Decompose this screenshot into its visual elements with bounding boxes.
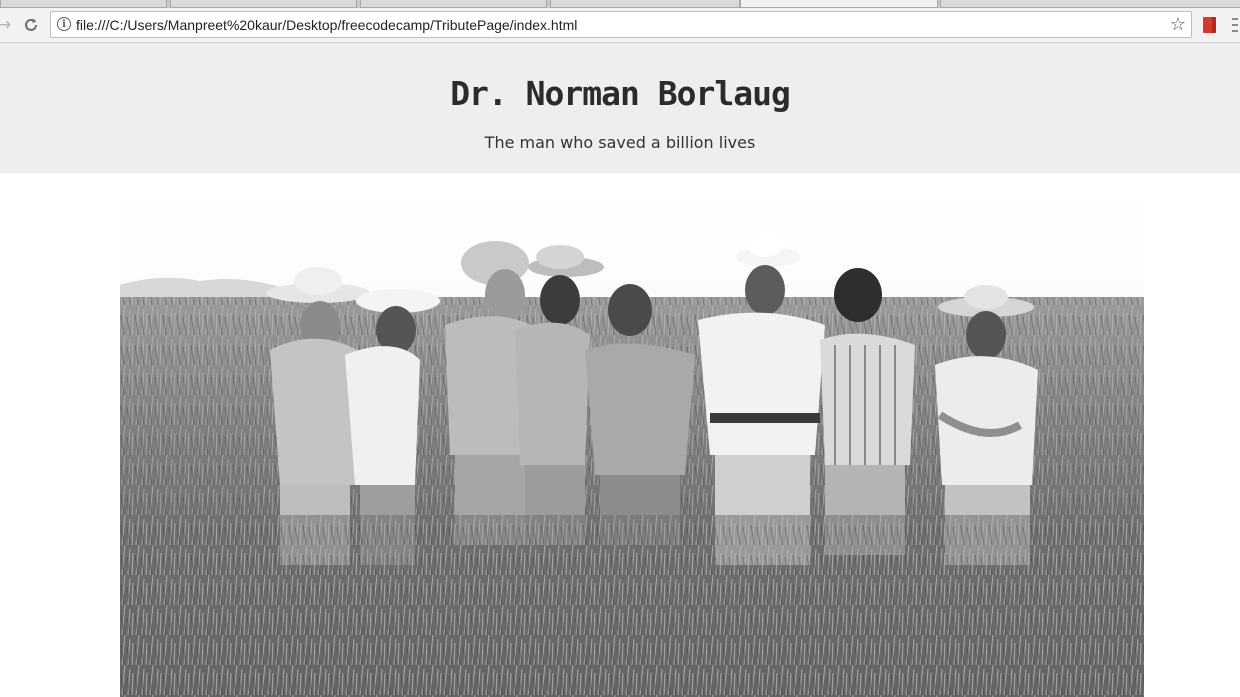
tab-strip: [0, 0, 1240, 8]
browser-tab[interactable]: [550, 0, 740, 8]
back-arrow-icon[interactable]: →: [0, 15, 14, 35]
browser-tab-active[interactable]: [740, 0, 938, 8]
address-bar-url[interactable]: file:///C:/Users/Manpreet%20kaur/Desktop…: [76, 17, 577, 33]
page-title: Dr. Norman Borlaug: [450, 74, 791, 113]
hero-image: [120, 185, 1144, 697]
menu-icon[interactable]: [1232, 18, 1240, 32]
page-subtitle: The man who saved a billion lives: [484, 133, 756, 152]
star-icon[interactable]: ☆: [1170, 14, 1186, 35]
extension-icon[interactable]: [1203, 17, 1216, 33]
page-header: Dr. Norman Borlaug The man who saved a b…: [0, 43, 1240, 173]
address-bar[interactable]: i file:///C:/Users/Manpreet%20kaur/Deskt…: [50, 11, 1192, 38]
browser-toolbar: → i file:///C:/Users/Manpreet%20kaur/Des…: [0, 8, 1240, 43]
browser-tab[interactable]: [360, 0, 547, 8]
browser-tab[interactable]: [170, 0, 357, 8]
browser-tab[interactable]: [0, 0, 167, 8]
info-icon[interactable]: i: [57, 17, 71, 31]
browser-tab[interactable]: [940, 0, 1240, 8]
reload-icon[interactable]: [21, 15, 41, 35]
